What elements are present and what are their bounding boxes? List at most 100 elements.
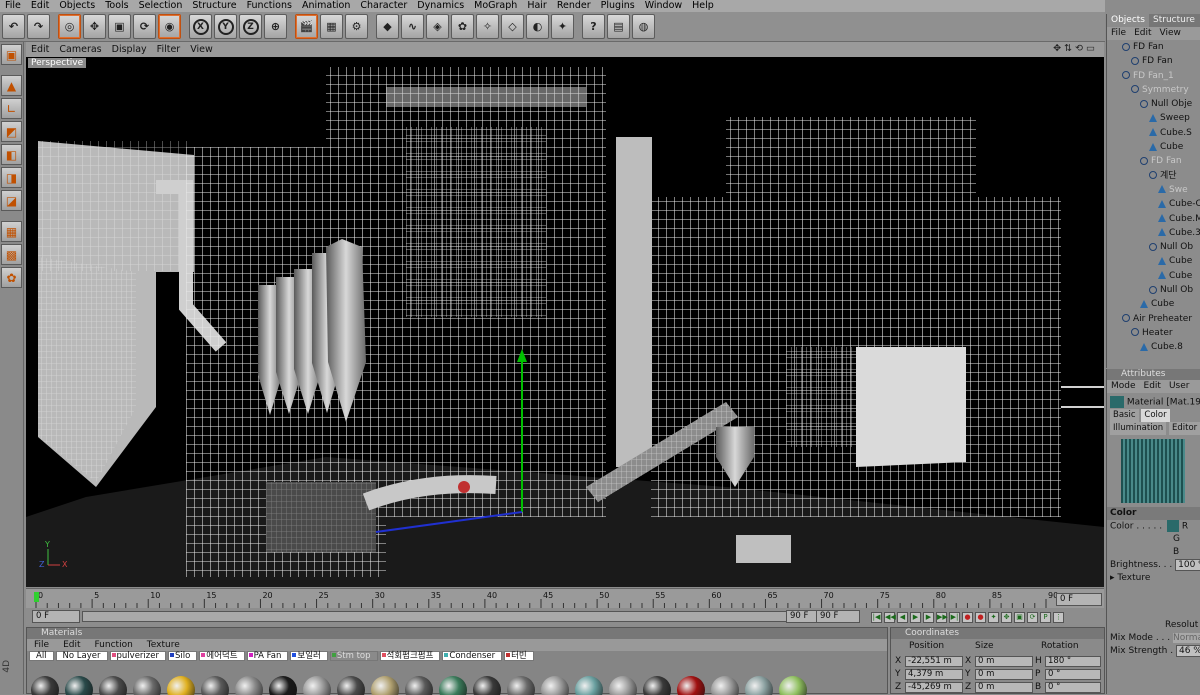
mix-mode-dropdown[interactable]: Normal (1173, 633, 1200, 643)
last-tool-icon[interactable]: ◉ (158, 14, 181, 39)
material-swatch[interactable] (643, 676, 671, 695)
coord-rot-field[interactable]: 0 ° (1045, 682, 1101, 693)
playhead[interactable] (34, 592, 39, 602)
scene-icon[interactable]: ◇ (501, 14, 524, 39)
material-swatch[interactable] (99, 676, 127, 695)
object-tree-item[interactable]: Null Ob (1107, 240, 1200, 254)
y-axis-icon[interactable]: Y (214, 14, 237, 39)
material-layer-tab[interactable]: Silo (167, 651, 198, 661)
tab-illumination[interactable]: Illumination (1110, 422, 1167, 435)
range-slider[interactable] (82, 611, 812, 622)
object-tree-item[interactable]: 계단 (1107, 169, 1200, 183)
coord-size-field[interactable]: 0 m (975, 669, 1033, 680)
material-swatch[interactable] (575, 676, 603, 695)
menu-edit[interactable]: Edit (26, 0, 54, 12)
start-frame-field[interactable]: 0 F (32, 610, 80, 623)
viewport-menu-filter[interactable]: Filter (152, 44, 186, 55)
materials-menu-file[interactable]: File (27, 639, 56, 651)
record-icon[interactable]: ● (962, 612, 973, 623)
material-swatch[interactable] (711, 676, 739, 695)
spline-icon[interactable]: ∿ (401, 14, 424, 39)
color-swatch[interactable] (1166, 520, 1179, 532)
material-swatch[interactable] (371, 676, 399, 695)
material-layer-tab[interactable]: Stm top (329, 651, 378, 661)
menu-window[interactable]: Window (640, 0, 687, 12)
menu-selection[interactable]: Selection (134, 0, 188, 12)
tab-color[interactable]: Color (1141, 409, 1170, 422)
edges-tool-icon[interactable]: ◧ (1, 144, 22, 165)
object-tree-item[interactable]: Null Obje (1107, 97, 1200, 111)
object-tree-item[interactable]: Cube (1107, 269, 1200, 283)
coord-rot-field[interactable]: 180 ° (1045, 656, 1101, 667)
object-tree-item[interactable]: Cube.3 (1107, 226, 1200, 240)
tab-objects[interactable]: Objects (1107, 14, 1150, 27)
preview-end-field[interactable]: 90 F (816, 610, 860, 623)
object-tree-item[interactable]: Cube.S (1107, 126, 1200, 140)
material-swatch[interactable] (133, 676, 161, 695)
coord-size-field[interactable]: 0 m (975, 682, 1033, 693)
material-swatch[interactable] (507, 676, 535, 695)
deformer-icon[interactable]: ✧ (476, 14, 499, 39)
render-picture-viewer-icon[interactable]: ▦ (320, 14, 343, 39)
object-tree-item[interactable]: FD Fan (1107, 54, 1200, 68)
object-tree-item[interactable]: Cube (1107, 254, 1200, 268)
prev-frame-icon[interactable]: ◀ (897, 612, 908, 623)
material-swatch[interactable] (473, 676, 501, 695)
object-axis-tool-icon[interactable]: ▲ (1, 75, 22, 96)
render-settings-icon[interactable]: ⚙ (345, 14, 368, 39)
object-tree-item[interactable]: Null Ob (1107, 283, 1200, 297)
menu-help[interactable]: Help (687, 0, 719, 12)
objects-menu-view[interactable]: View (1156, 27, 1185, 40)
tab-basic[interactable]: Basic (1110, 409, 1139, 422)
material-swatch[interactable] (269, 676, 297, 695)
objects-menu-file[interactable]: File (1107, 27, 1130, 40)
material-layer-tab[interactable]: 보일러 (290, 651, 328, 661)
param-key-icon[interactable]: P (1040, 612, 1051, 623)
move-icon[interactable]: ✥ (83, 14, 106, 39)
next-frame-icon[interactable]: ▶ (923, 612, 934, 623)
scale-icon[interactable]: ▣ (108, 14, 131, 39)
material-layer-tab[interactable]: Condenser (442, 651, 503, 661)
rotate-icon[interactable]: ⟳ (133, 14, 156, 39)
object-tree-item[interactable]: FD Fan_1 (1107, 69, 1200, 83)
material-layer-tab[interactable]: All (29, 651, 54, 661)
materials-menu-texture[interactable]: Texture (140, 639, 187, 651)
material-swatch[interactable] (201, 676, 229, 695)
x-axis-icon[interactable]: X (189, 14, 212, 39)
materials-menu-edit[interactable]: Edit (56, 639, 87, 651)
perspective-viewport[interactable]: Y X Z Perspective (26, 57, 1104, 587)
camera-icon[interactable]: ◐ (526, 14, 549, 39)
material-swatch[interactable] (405, 676, 433, 695)
nurbs-icon[interactable]: ◈ (426, 14, 449, 39)
menu-tools[interactable]: Tools (100, 0, 133, 12)
object-tree-item[interactable]: Air Preheater (1107, 312, 1200, 326)
menu-mograph[interactable]: MoGraph (469, 0, 522, 12)
auto-key-icon[interactable]: ● (975, 612, 986, 623)
object-tree-item[interactable]: Sweep (1107, 111, 1200, 125)
points-tool-icon[interactable]: ◩ (1, 121, 22, 142)
viewport-menu-cameras[interactable]: Cameras (54, 44, 106, 55)
menu-plugins[interactable]: Plugins (596, 0, 640, 12)
move-key-icon[interactable]: ✥ (1001, 612, 1012, 623)
material-swatch[interactable] (65, 676, 93, 695)
object-tree-item[interactable]: Symmetry (1107, 83, 1200, 97)
object-tree-item[interactable]: Cube.M (1107, 212, 1200, 226)
checker-tool-icon[interactable]: ▦ (1, 221, 22, 242)
material-swatch[interactable] (745, 676, 773, 695)
goto-end-icon[interactable]: ▶| (949, 612, 960, 623)
viewport-menu-view[interactable]: View (185, 44, 218, 55)
web-icon[interactable]: ◍ (632, 14, 655, 39)
menu-file[interactable]: File (0, 0, 26, 12)
menu-functions[interactable]: Functions (242, 0, 297, 12)
animation-mode-icon[interactable]: ◪ (1, 190, 22, 211)
undo-icon[interactable]: ↶ (2, 14, 25, 39)
menu-render[interactable]: Render (552, 0, 596, 12)
attributes-menu-user[interactable]: User (1165, 380, 1194, 393)
live-selection-icon[interactable]: ◎ (58, 14, 81, 39)
coord-rot-field[interactable]: 0 ° (1045, 669, 1101, 680)
material-swatch[interactable] (167, 676, 195, 695)
coord-pos-field[interactable]: 4,379 m (905, 669, 963, 680)
keyframe-icon[interactable]: ✦ (988, 612, 999, 623)
object-tree-item[interactable]: Heater (1107, 326, 1200, 340)
object-tree-item[interactable]: Cube (1107, 297, 1200, 311)
